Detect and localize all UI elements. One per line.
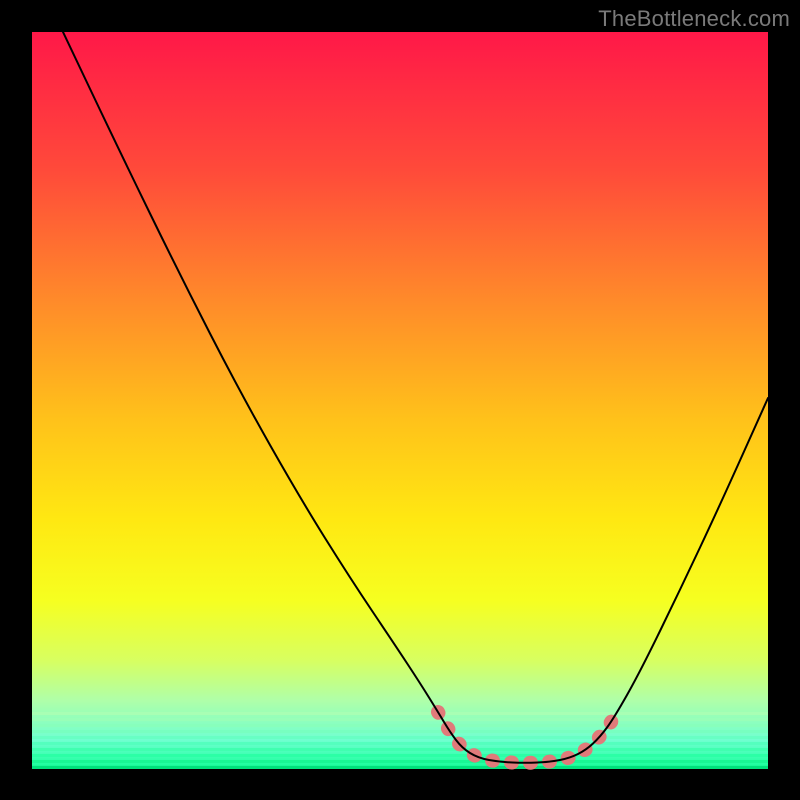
bottom-stripe: [32, 760, 768, 763]
bottleneck-chart: [0, 0, 800, 800]
gradient-background: [32, 32, 768, 769]
bottom-stripe: [32, 712, 768, 715]
bottom-stripe: [32, 766, 768, 769]
bottom-stripe: [32, 742, 768, 745]
bottom-stripe: [32, 730, 768, 733]
bottom-stripe: [32, 724, 768, 727]
bottom-stripe: [32, 736, 768, 739]
bottom-stripe: [32, 718, 768, 721]
bottom-stripe: [32, 754, 768, 757]
watermark-label: TheBottleneck.com: [598, 6, 790, 32]
bottom-stripe: [32, 748, 768, 751]
chart-stage: TheBottleneck.com: [0, 0, 800, 800]
